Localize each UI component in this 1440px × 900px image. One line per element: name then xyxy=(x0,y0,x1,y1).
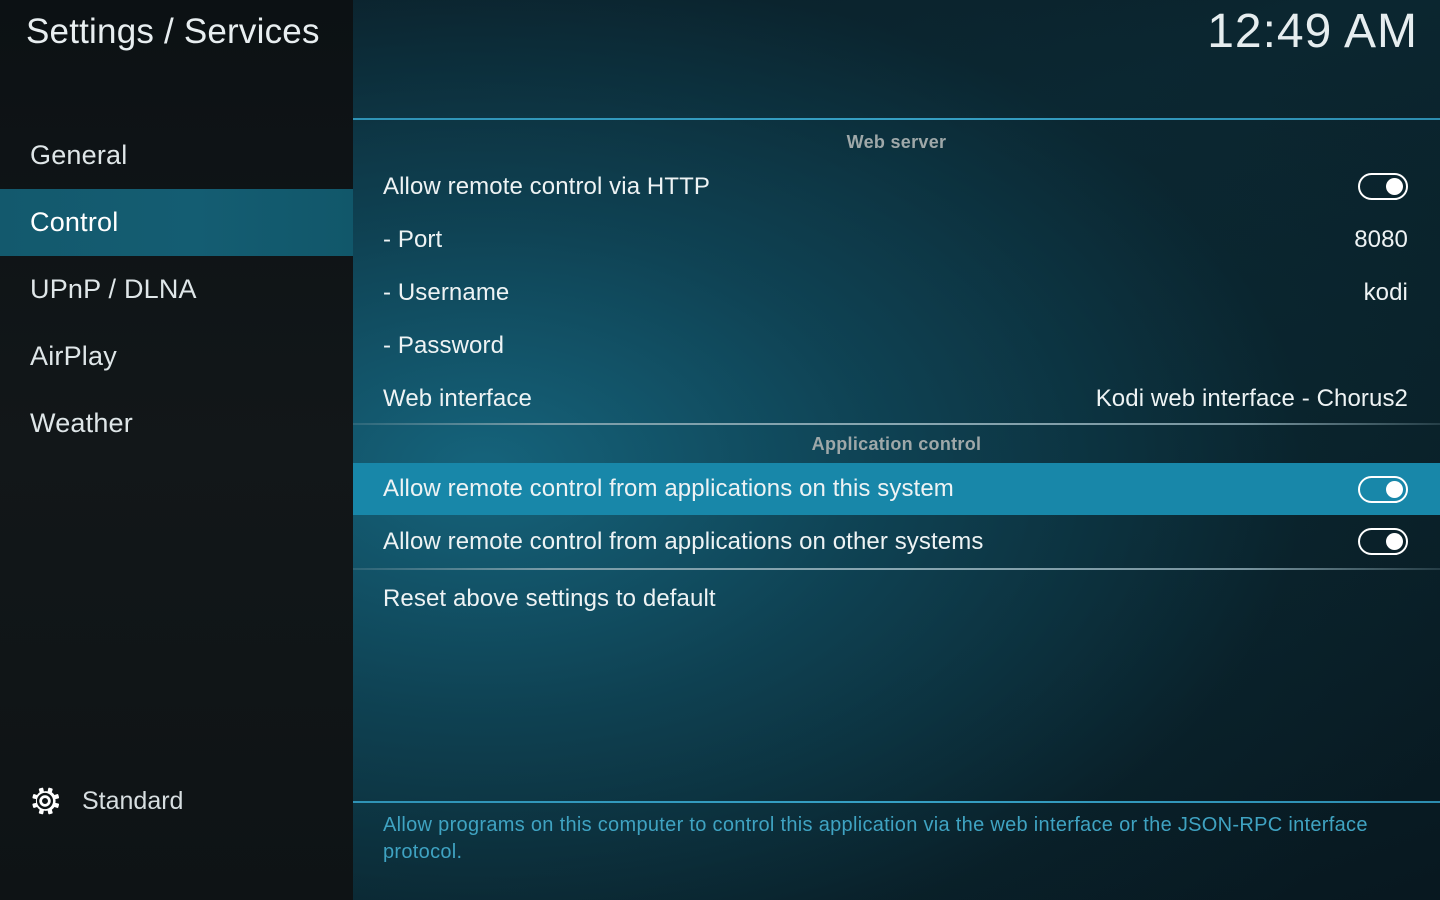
sidebar-item-label: General xyxy=(30,140,128,170)
setting-row-port[interactable]: - Port 8080 xyxy=(353,213,1440,266)
description-divider xyxy=(353,801,1440,803)
setting-value-web-interface: Kodi web interface - Chorus2 xyxy=(1095,384,1408,412)
setting-label: Allow remote control via HTTP xyxy=(383,172,710,200)
sidebar: Settings / Services General Control UPnP… xyxy=(0,0,353,900)
sidebar-item-weather[interactable]: Weather xyxy=(0,390,353,457)
setting-label: Allow remote control from applications o… xyxy=(383,527,984,555)
kodi-settings-screen: Settings / Services General Control UPnP… xyxy=(0,0,1440,900)
setting-value-port: 8080 xyxy=(1354,225,1408,253)
toggle-allow-remote-http[interactable] xyxy=(1358,173,1408,200)
setting-row-password[interactable]: - Password xyxy=(353,319,1440,372)
setting-description: Allow programs on this computer to contr… xyxy=(383,814,1368,863)
section-header-web-server: Web server xyxy=(846,132,947,152)
sidebar-item-control[interactable]: Control xyxy=(0,189,353,256)
toggle-knob xyxy=(1386,480,1403,498)
main-panel: 12:49 AM Web server Allow remote control… xyxy=(353,0,1440,900)
section-header-application-control: Application control xyxy=(811,434,982,454)
section-divider-application-control xyxy=(353,423,1440,425)
sidebar-item-label: AirPlay xyxy=(30,341,117,371)
clock: 12:49 AM xyxy=(1207,5,1418,58)
setting-row-allow-remote-other-systems[interactable]: Allow remote control from applications o… xyxy=(353,515,1440,568)
toggle-allow-remote-this-system[interactable] xyxy=(1358,475,1408,503)
sidebar-item-label: Control xyxy=(30,207,119,237)
section-divider-reset xyxy=(353,568,1440,570)
sidebar-item-airplay[interactable]: AirPlay xyxy=(0,323,353,390)
sidebar-item-general[interactable]: General xyxy=(0,122,353,189)
setting-label: - Password xyxy=(383,331,505,359)
setting-value-username: kodi xyxy=(1363,278,1408,306)
setting-label: - Username xyxy=(383,278,510,306)
setting-label: Allow remote control from applications o… xyxy=(383,475,954,502)
settings-list-reset: Reset above settings to default xyxy=(353,572,1440,625)
settings-level-button[interactable]: Standard xyxy=(28,784,183,818)
sidebar-nav: General Control UPnP / DLNA AirPlay Weat… xyxy=(0,122,353,457)
toggle-knob xyxy=(1386,533,1403,550)
sidebar-item-upnp-dlna[interactable]: UPnP / DLNA xyxy=(0,256,353,323)
setting-row-allow-remote-http[interactable]: Allow remote control via HTTP xyxy=(353,160,1440,213)
setting-row-allow-remote-this-system[interactable]: Allow remote control from applications o… xyxy=(353,463,1440,515)
setting-row-web-interface[interactable]: Web interface Kodi web interface - Choru… xyxy=(353,372,1440,425)
page-title: Settings / Services xyxy=(26,12,320,51)
top-divider xyxy=(353,118,1440,120)
toggle-knob xyxy=(1386,178,1403,195)
setting-label: Web interface xyxy=(383,384,532,412)
settings-list-application-control: Allow remote control from applications o… xyxy=(353,463,1440,568)
gear-icon xyxy=(28,784,62,818)
settings-level-label: Standard xyxy=(82,786,184,815)
toggle-allow-remote-other-systems[interactable] xyxy=(1358,528,1408,555)
setting-row-reset-defaults[interactable]: Reset above settings to default xyxy=(353,572,1440,625)
setting-label: Reset above settings to default xyxy=(383,584,716,612)
sidebar-item-label: UPnP / DLNA xyxy=(30,274,197,304)
settings-list-web-server: Allow remote control via HTTP - Port 808… xyxy=(353,160,1440,425)
sidebar-item-label: Weather xyxy=(30,408,133,438)
setting-row-username[interactable]: - Username kodi xyxy=(353,266,1440,319)
setting-label: - Port xyxy=(383,225,443,253)
